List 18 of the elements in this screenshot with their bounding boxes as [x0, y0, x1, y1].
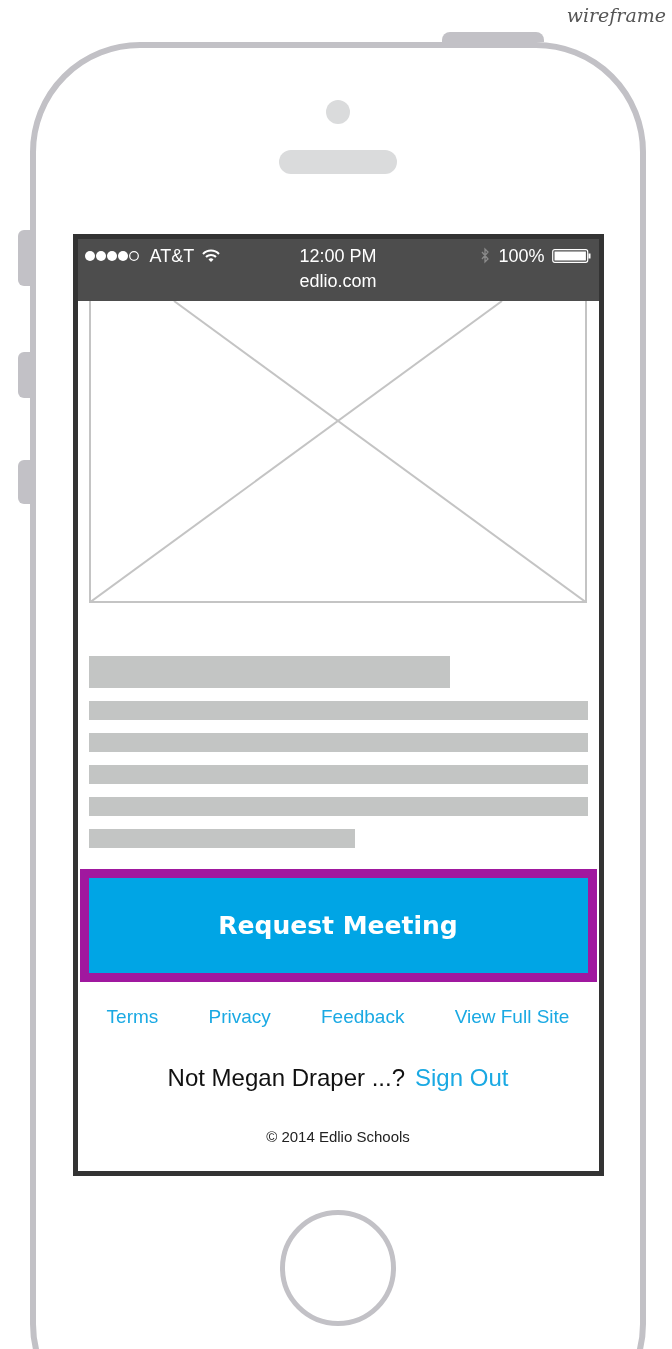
- battery-percent: 100%: [498, 245, 545, 267]
- account-prompt: Not Megan Draper ...?: [167, 1064, 406, 1092]
- carrier-name: AT&T: [149, 245, 195, 267]
- signal-icon: [83, 250, 142, 262]
- wireframe-label: wireframe: [566, 4, 666, 26]
- battery-icon: [552, 249, 593, 263]
- footer-link[interactable]: Privacy: [208, 1006, 271, 1028]
- footer-link[interactable]: Feedback: [321, 1006, 405, 1028]
- status-time: 12:00 PM: [299, 245, 377, 267]
- sign-out-link[interactable]: Sign Out: [415, 1064, 509, 1092]
- request-meeting-button[interactable]: Request Meeting: [88, 878, 588, 973]
- copyright-text: © 2014 Edlio Schools: [265, 1128, 411, 1145]
- footer-link[interactable]: Terms: [106, 1006, 159, 1028]
- camera-icon: [326, 100, 350, 124]
- wifi-icon: [202, 249, 221, 263]
- page-url: edlio.com: [299, 271, 377, 292]
- footer-link[interactable]: View Full Site: [454, 1006, 570, 1028]
- bluetooth-icon: [480, 247, 491, 265]
